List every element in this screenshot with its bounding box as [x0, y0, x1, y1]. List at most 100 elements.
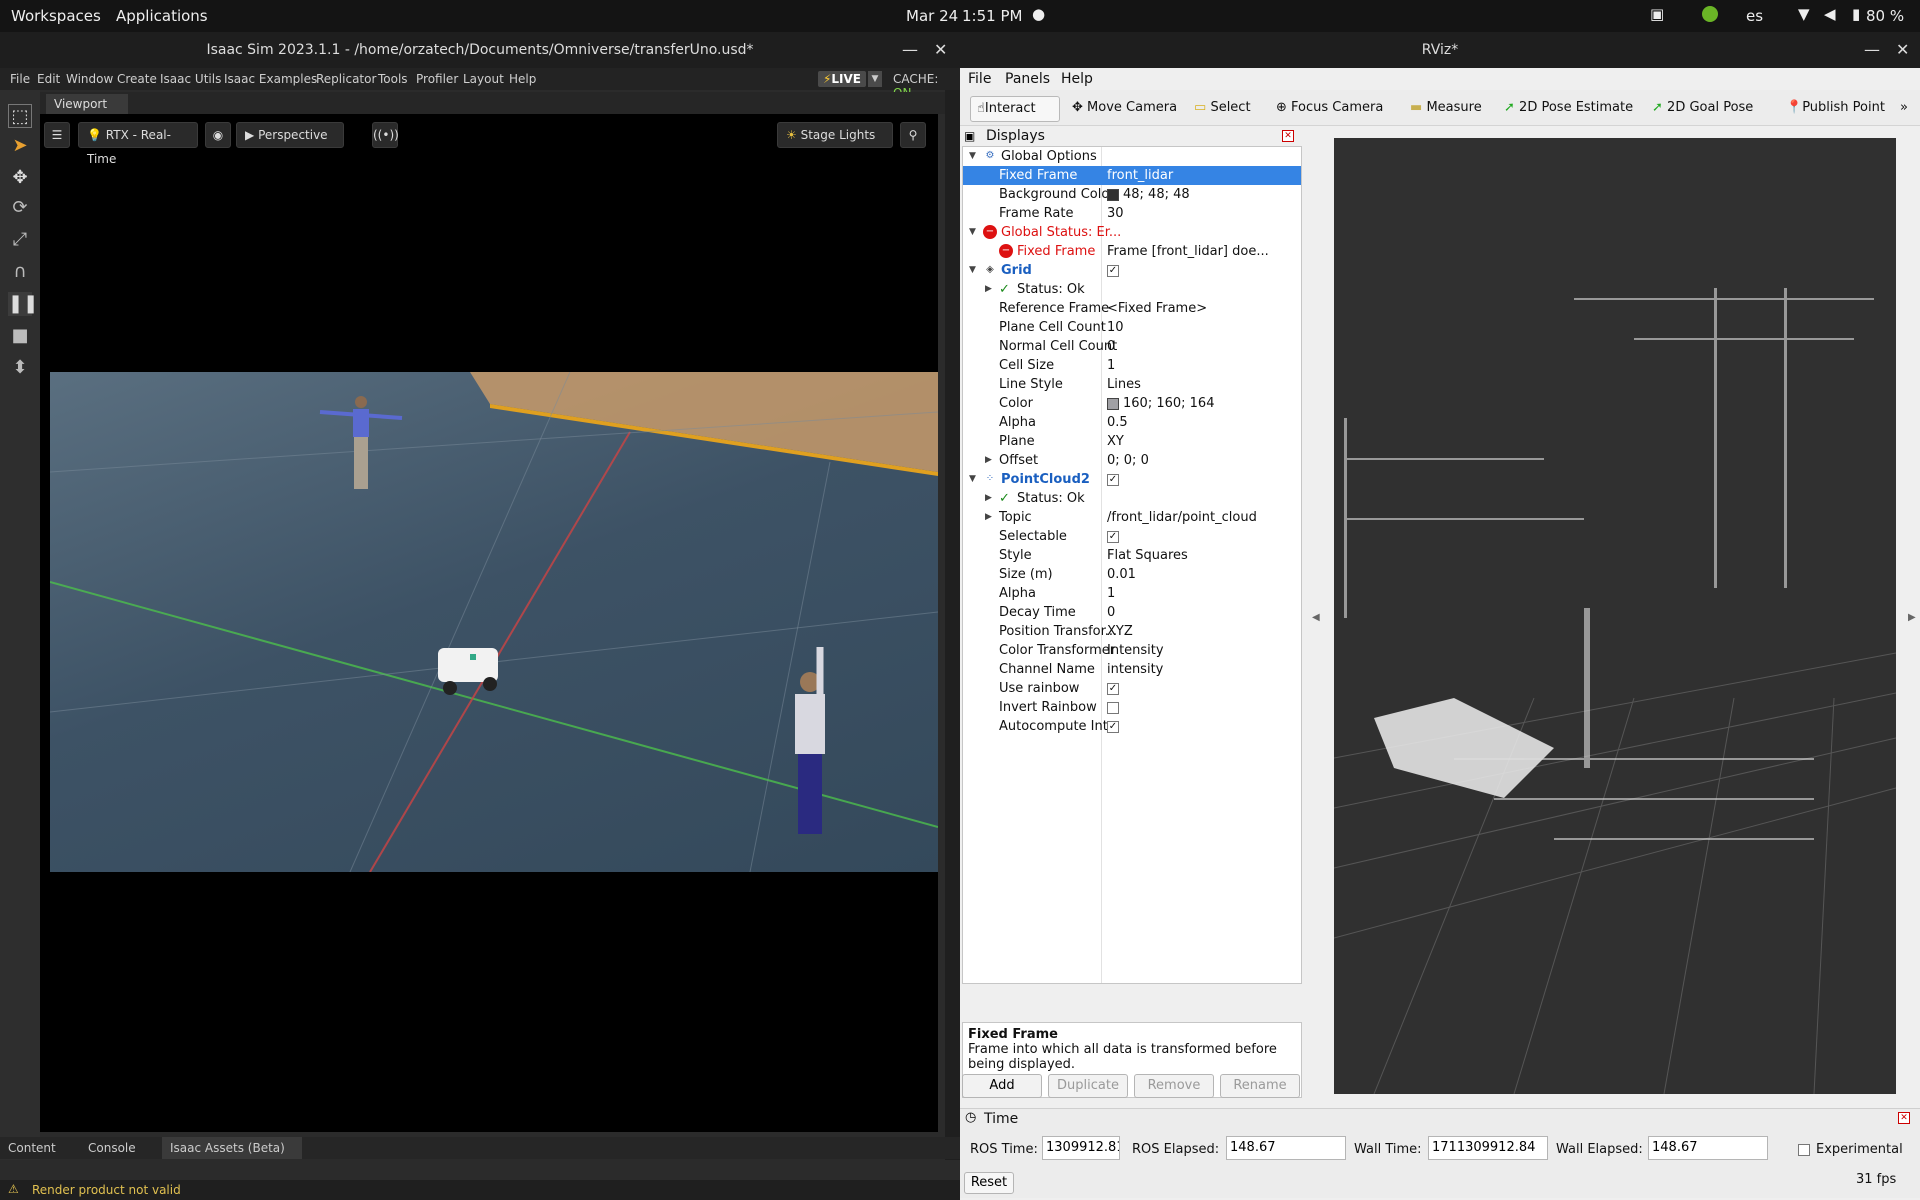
row-value[interactable]: 0.01: [1104, 565, 1278, 584]
row-value[interactable]: /front_lidar/point_cloud: [1104, 508, 1278, 527]
minimize-icon[interactable]: —: [902, 32, 918, 68]
grid-enabled-checkbox[interactable]: ✓: [1107, 264, 1119, 277]
menu-panels[interactable]: Panels: [1005, 71, 1050, 87]
row-value[interactable]: 10: [1104, 318, 1278, 337]
row-value[interactable]: front_lidar: [1104, 166, 1278, 185]
select-arrow-icon[interactable]: ➤: [8, 134, 32, 158]
autocompute-checkbox[interactable]: ✓: [1107, 720, 1119, 733]
expand-arrow-icon[interactable]: ▶: [985, 489, 995, 508]
close-icon[interactable]: ✕: [1896, 32, 1909, 68]
menu-file[interactable]: File: [10, 72, 30, 86]
row-value[interactable]: 1: [1104, 584, 1278, 603]
wall-time-field[interactable]: 1711309912.84: [1428, 1136, 1548, 1160]
pause-icon[interactable]: ❚❚: [8, 292, 38, 316]
close-icon[interactable]: ✕: [1898, 1112, 1910, 1124]
tree-row-plane-cell-count[interactable]: Plane Cell Count 10: [963, 318, 1301, 337]
reset-button[interactable]: Reset: [964, 1172, 1014, 1194]
collapse-right-icon[interactable]: ▶: [1908, 612, 1916, 623]
tool-publish-point[interactable]: 📍Publish Point: [1780, 96, 1891, 122]
tree-row-position-transformer[interactable]: Position Transfor... XYZ: [963, 622, 1301, 641]
menu-isaac-examples[interactable]: Isaac Examples: [224, 72, 317, 86]
row-value[interactable]: 0.5: [1104, 413, 1278, 432]
tree-row-channel-name[interactable]: Channel Name intensity: [963, 660, 1301, 679]
tree-row-reference-frame[interactable]: Reference Frame <Fixed Frame>: [963, 299, 1301, 318]
toolbar-overflow-icon[interactable]: »: [1900, 96, 1908, 122]
invert-rainbow-checkbox[interactable]: [1107, 701, 1119, 714]
tab-isaac-assets[interactable]: Isaac Assets (Beta): [162, 1137, 302, 1159]
audio-sensor-icon[interactable]: ((•)): [372, 122, 399, 148]
tree-row-use-rainbow[interactable]: Use rainbow ✓: [963, 679, 1301, 698]
experimental-checkbox[interactable]: [1798, 1144, 1810, 1156]
minimize-icon[interactable]: —: [1864, 32, 1880, 68]
tool-2d-pose-estimate[interactable]: ➚ 2D Pose Estimate: [1498, 96, 1639, 122]
tab-console[interactable]: Console: [80, 1137, 144, 1159]
tree-row-invert-rainbow[interactable]: Invert Rainbow: [963, 698, 1301, 717]
menu-isaac-utils[interactable]: Isaac Utils: [160, 72, 221, 86]
expand-arrow-icon[interactable]: ▼: [969, 470, 979, 489]
workspaces-menu[interactable]: Workspaces: [11, 7, 101, 25]
location-pin-icon[interactable]: ⚲: [900, 122, 926, 148]
row-value[interactable]: 160; 160; 164: [1123, 396, 1214, 411]
row-value[interactable]: XYZ: [1104, 622, 1278, 641]
tree-row-offset[interactable]: ▶ Offset 0; 0; 0: [963, 451, 1301, 470]
tab-content[interactable]: Content: [0, 1137, 64, 1159]
tool-move-camera[interactable]: ✥ Move Camera: [1066, 96, 1183, 122]
row-value[interactable]: 30: [1104, 204, 1278, 223]
ros-time-field[interactable]: 1309912.81: [1042, 1136, 1120, 1160]
expand-arrow-icon[interactable]: ▼: [969, 261, 979, 280]
row-value[interactable]: Flat Squares: [1104, 546, 1278, 565]
viewport-settings-icon[interactable]: ☰: [44, 122, 70, 148]
tree-row-fixed-frame[interactable]: Fixed Frame front_lidar: [963, 166, 1301, 185]
app-indicator-icon[interactable]: [1702, 6, 1718, 22]
tree-row-fixed-frame-error[interactable]: − Fixed Frame Frame [front_lidar] doe...: [963, 242, 1301, 261]
close-icon[interactable]: ✕: [934, 32, 947, 68]
row-value[interactable]: Intensity: [1104, 641, 1278, 660]
duplicate-button[interactable]: Duplicate: [1048, 1074, 1128, 1098]
tab-viewport[interactable]: Viewport: [46, 94, 128, 114]
live-button[interactable]: ⚡LIVE: [818, 71, 866, 87]
3d-render-view[interactable]: [1334, 138, 1896, 1094]
menu-profiler[interactable]: Profiler: [416, 72, 458, 86]
tree-row-pointcloud-status[interactable]: ▶ ✓ Status: Ok: [963, 489, 1301, 508]
expand-arrow-icon[interactable]: ▶: [985, 451, 995, 470]
scale-icon[interactable]: ⤢: [8, 228, 32, 252]
applications-menu[interactable]: Applications: [116, 7, 208, 25]
tool-interact[interactable]: ☝Interact: [970, 96, 1060, 122]
expand-arrow-icon[interactable]: ▼: [969, 147, 979, 166]
selectable-checkbox[interactable]: ✓: [1107, 530, 1119, 543]
tree-row-pointcloud2[interactable]: ▼ ⁘ PointCloud2 ✓: [963, 470, 1301, 489]
tree-row-grid-status[interactable]: ▶ ✓ Status: Ok: [963, 280, 1301, 299]
stop-icon[interactable]: ■: [8, 324, 32, 348]
tree-row-global-status[interactable]: ▼ − Global Status: Er...: [963, 223, 1301, 242]
menu-help[interactable]: Help: [1061, 71, 1093, 87]
close-icon[interactable]: ✕: [1282, 130, 1294, 142]
pointcloud-enabled-checkbox[interactable]: ✓: [1107, 473, 1119, 486]
tree-row-autocompute[interactable]: Autocompute Int... ✓: [963, 717, 1301, 736]
tree-row-background-color[interactable]: Background Color 48; 48; 48: [963, 185, 1301, 204]
expand-arrow-icon[interactable]: ▶: [985, 280, 995, 299]
menu-layout[interactable]: Layout: [463, 72, 504, 86]
tree-row-color-transformer[interactable]: Color Transformer Intensity: [963, 641, 1301, 660]
tree-row-alpha[interactable]: Alpha 0.5: [963, 413, 1301, 432]
tool-focus-camera[interactable]: ⊕ Focus Camera: [1270, 96, 1389, 122]
row-value[interactable]: XY: [1104, 432, 1278, 451]
volume-icon[interactable]: ◀: [1824, 5, 1836, 23]
tool-select[interactable]: ▭ Select: [1188, 96, 1257, 122]
tree-row-frame-rate[interactable]: Frame Rate 30: [963, 204, 1301, 223]
rename-button[interactable]: Rename: [1220, 1074, 1300, 1098]
tree-row-grid[interactable]: ▼ ◈ Grid ✓: [963, 261, 1301, 280]
row-value[interactable]: <Fixed Frame>: [1104, 299, 1278, 318]
tree-row-global-options[interactable]: ▼ ⚙ Global Options: [963, 147, 1301, 166]
rotate-icon[interactable]: ⟳: [8, 196, 32, 220]
tree-row-style[interactable]: Style Flat Squares: [963, 546, 1301, 565]
selection-mode-icon[interactable]: ⬚: [8, 104, 32, 128]
tree-row-decay-time[interactable]: Decay Time 0: [963, 603, 1301, 622]
eye-icon[interactable]: ◉: [205, 122, 231, 148]
move-icon[interactable]: ✥: [8, 166, 32, 190]
menu-create[interactable]: Create: [117, 72, 157, 86]
tool-2d-goal-pose[interactable]: ➚ 2D Goal Pose: [1646, 96, 1759, 122]
tree-row-line-style[interactable]: Line Style Lines: [963, 375, 1301, 394]
viewport[interactable]: ☰ 💡 RTX - Real-Time ◉ ▶ Perspective ((•)…: [40, 114, 938, 1158]
screenshot-icon[interactable]: ▣: [1650, 5, 1664, 23]
clock-date[interactable]: Mar 24: [906, 7, 958, 25]
